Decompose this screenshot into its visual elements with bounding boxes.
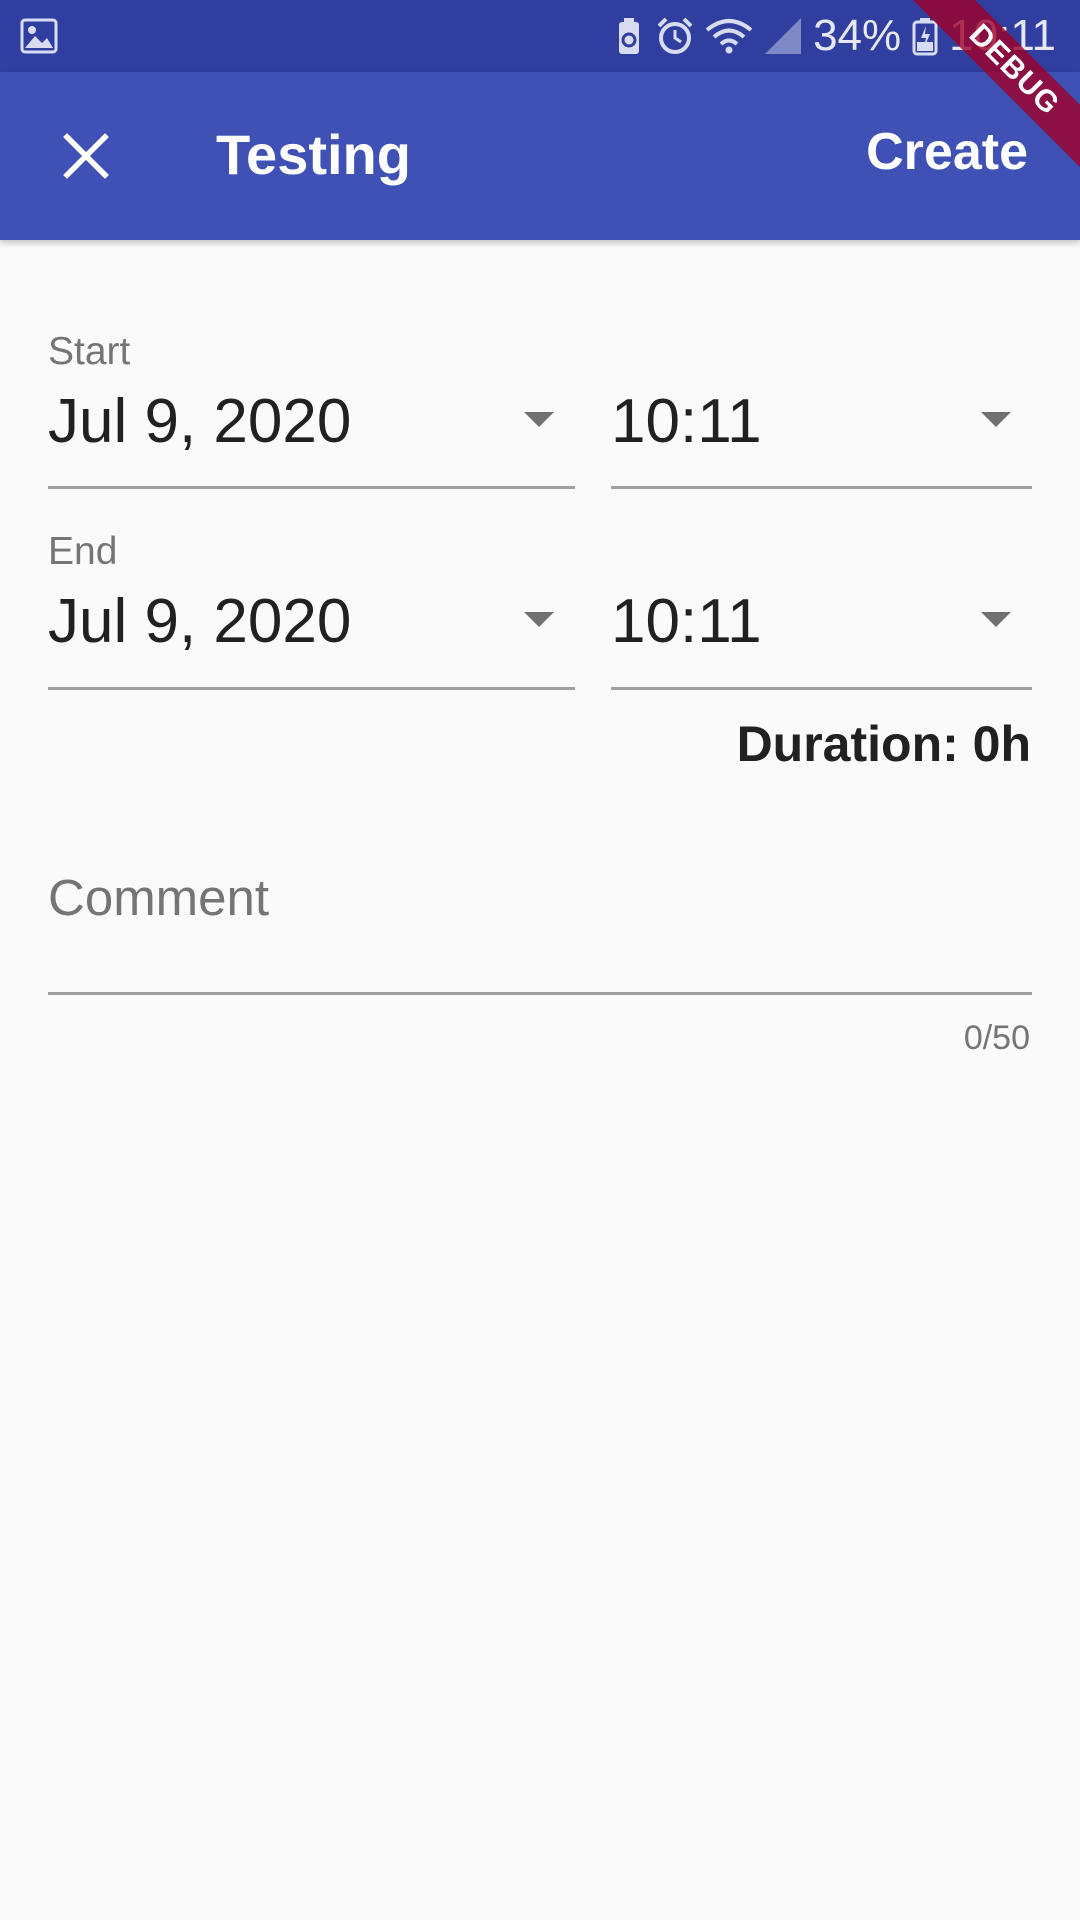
create-button[interactable]: Create: [866, 122, 1028, 182]
app-bar: Testing Create: [0, 72, 1080, 240]
battery-saver-icon: [619, 18, 640, 54]
signal-icon: [765, 18, 802, 54]
close-icon: [63, 133, 109, 179]
wifi-icon: [705, 19, 753, 54]
chevron-down-icon: [524, 612, 554, 627]
start-date-value: Jul 9, 2020: [48, 387, 352, 456]
character-counter: 0/50: [963, 1019, 1030, 1057]
end-time-value: 10:11: [611, 587, 762, 656]
start-time-underline: [611, 486, 1032, 489]
alarm-icon: [657, 17, 693, 54]
chevron-down-icon: [981, 412, 1011, 427]
battery-percent: 34%: [813, 11, 902, 60]
end-label: End: [48, 530, 118, 573]
comment-placeholder: Comment: [48, 869, 270, 926]
battery-icon: [912, 18, 938, 56]
gallery-icon: [20, 18, 58, 54]
end-date-value: Jul 9, 2020: [48, 587, 352, 656]
chevron-down-icon: [524, 412, 554, 427]
duration-text: Duration: 0h: [736, 716, 1031, 772]
comment-underline: [48, 992, 1032, 995]
screen: 34% 10:11 Testing Create DEBUG Start Jul…: [0, 0, 1080, 1920]
status-icons: 34% 10:11: [613, 0, 1056, 72]
end-time-underline: [611, 687, 1032, 690]
page-title: Testing: [216, 123, 411, 186]
status-clock: 10:11: [949, 11, 1056, 60]
start-label: Start: [48, 330, 131, 373]
status-bar: 34% 10:11: [0, 0, 1080, 72]
end-date-underline: [48, 687, 575, 690]
start-time-value: 10:11: [611, 387, 762, 456]
start-date-underline: [48, 486, 575, 489]
close-button[interactable]: [40, 110, 132, 202]
chevron-down-icon: [981, 612, 1011, 627]
